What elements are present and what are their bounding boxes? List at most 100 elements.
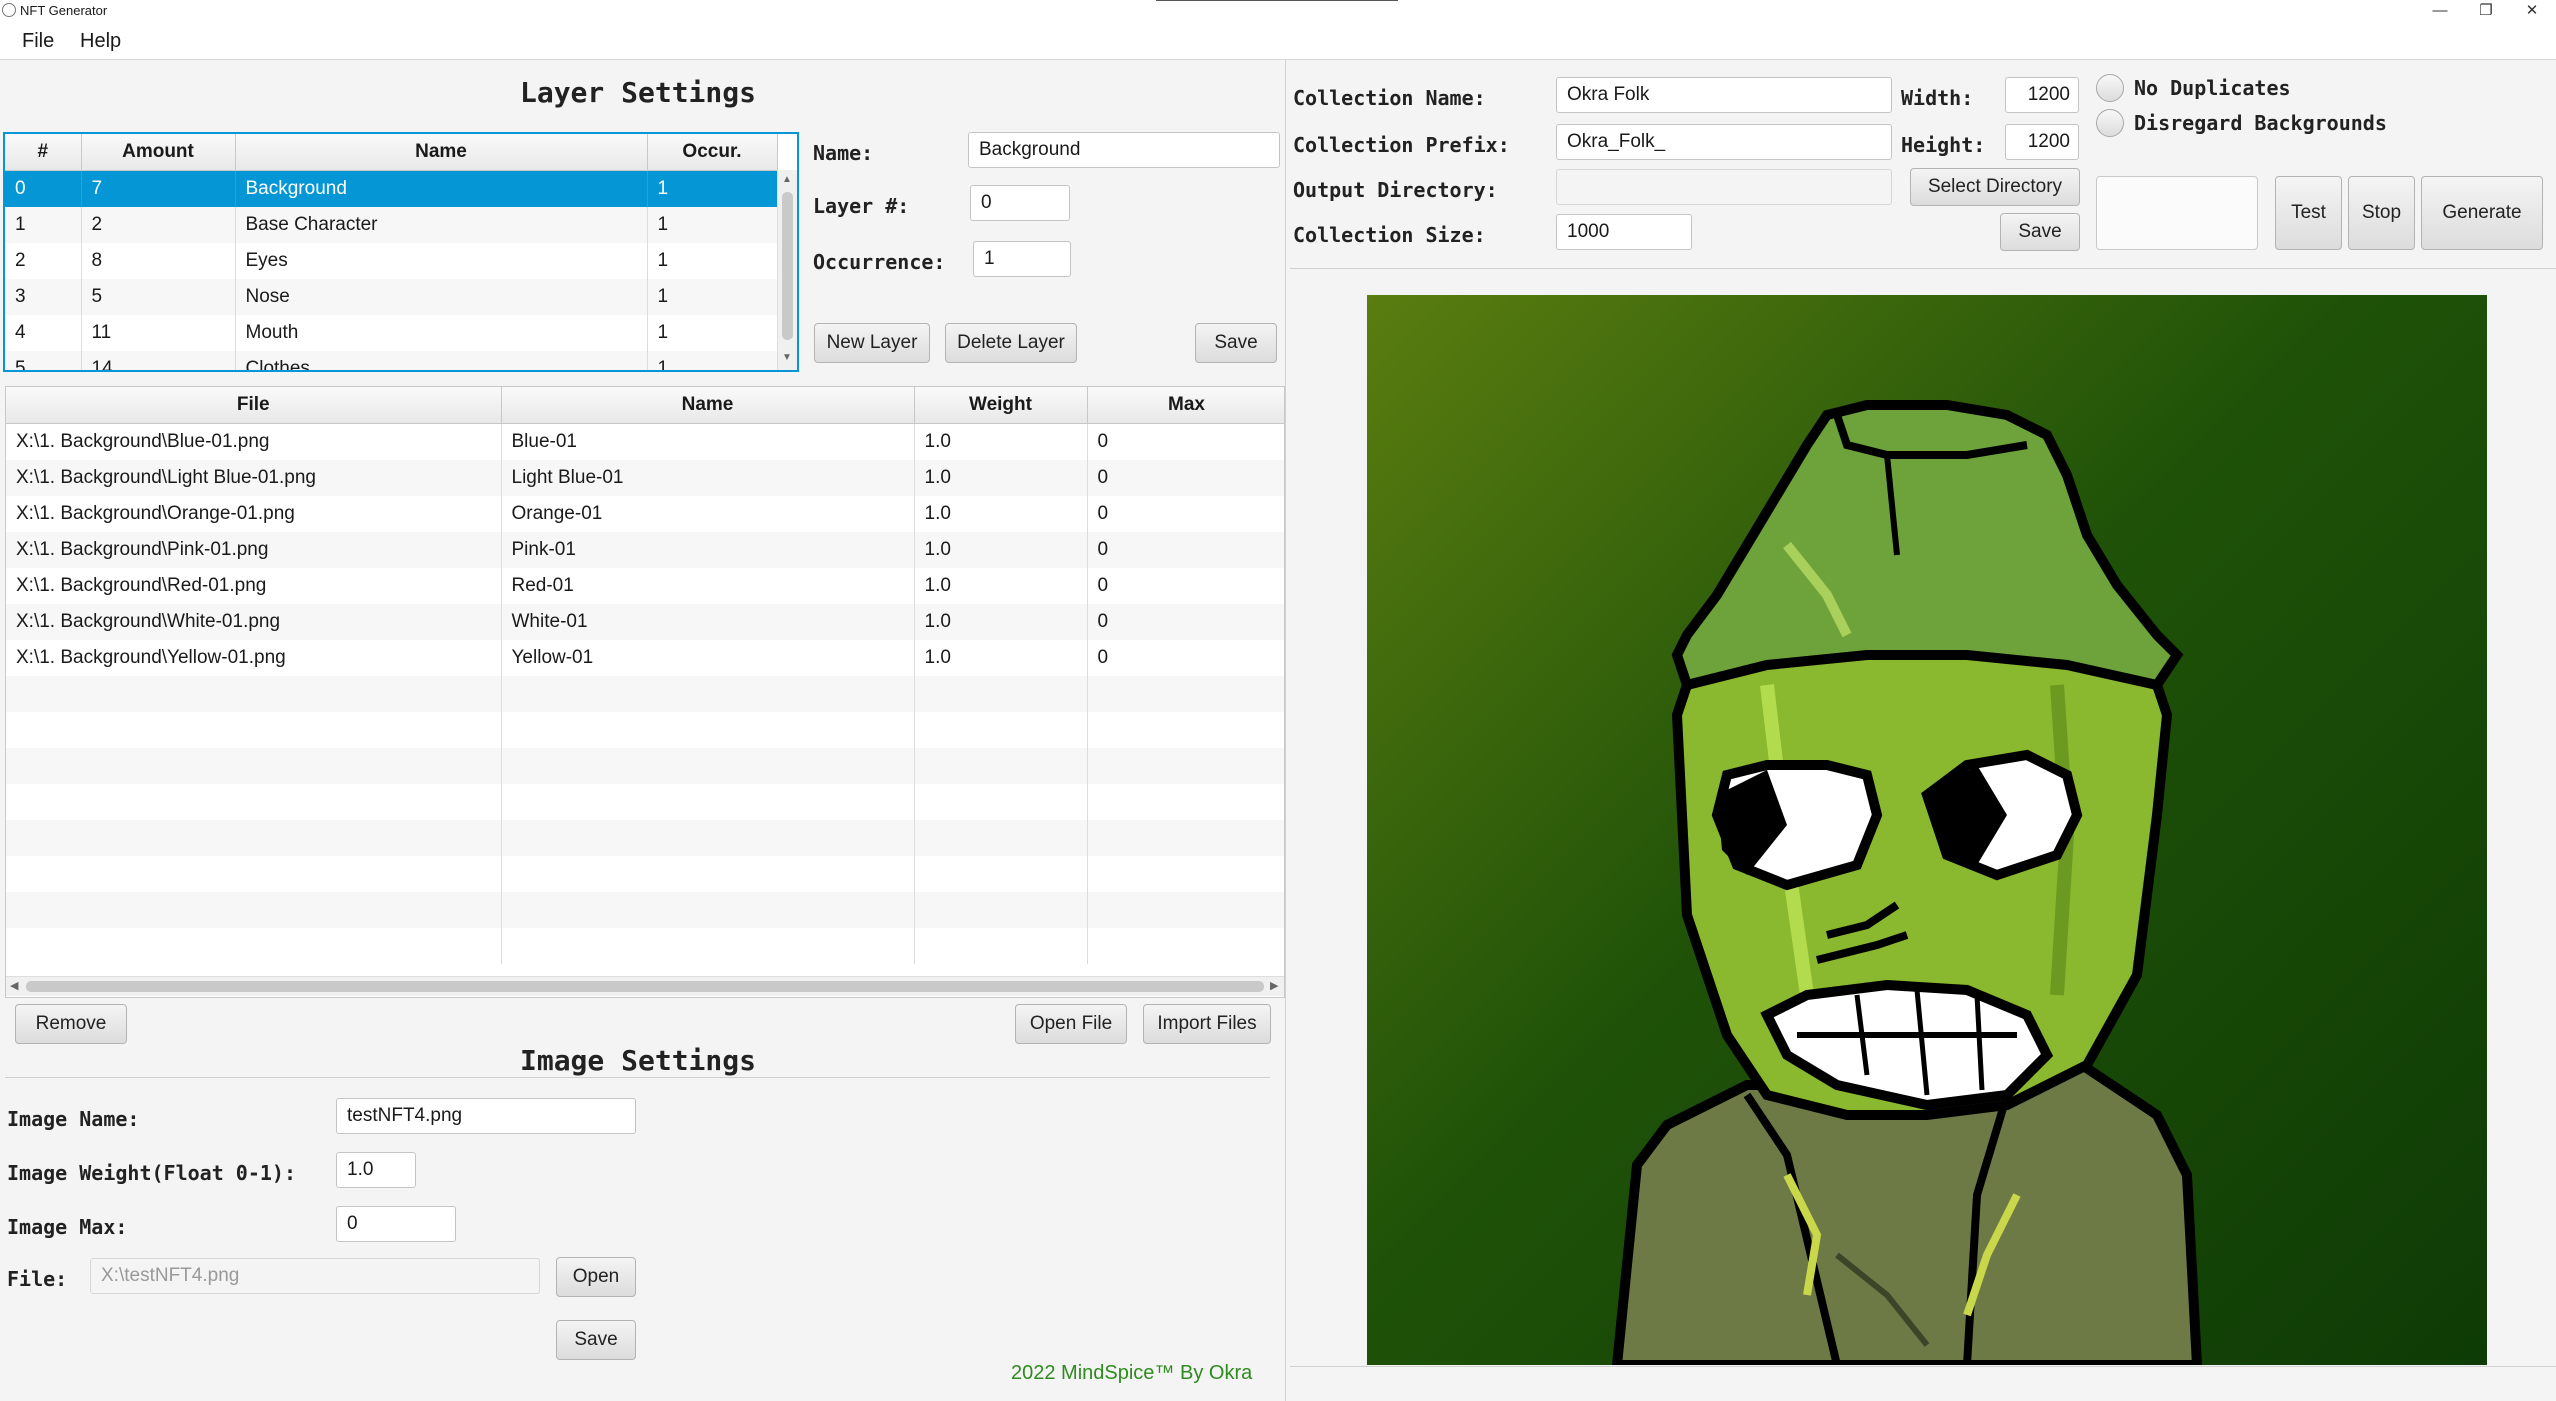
restore-icon[interactable]: ❐ bbox=[2466, 0, 2506, 22]
column-header-weight[interactable]: Weight bbox=[914, 387, 1088, 424]
collection-name-field[interactable]: Okra Folk bbox=[1556, 77, 1892, 113]
no-duplicates-label: No Duplicates bbox=[2134, 76, 2291, 100]
layer-occur: 1 bbox=[647, 170, 778, 207]
empty-row bbox=[6, 712, 1284, 748]
select-directory-button[interactable]: Select Directory bbox=[1910, 168, 2080, 206]
output-directory-label: Output Directory: bbox=[1293, 178, 1498, 202]
file-row[interactable]: X:\1. Background\White-01.png White-01 1… bbox=[6, 604, 1284, 640]
image-max-label: Image Max: bbox=[7, 1215, 128, 1239]
column-header-amount[interactable]: Amount bbox=[81, 134, 236, 171]
column-header-name[interactable]: Name bbox=[235, 134, 648, 171]
layer-name: Background bbox=[235, 170, 648, 207]
height-field[interactable]: 1200 bbox=[2005, 124, 2079, 160]
width-label: Width: bbox=[1901, 86, 1974, 110]
image-save-button[interactable]: Save bbox=[556, 1320, 636, 1360]
import-files-button[interactable]: Import Files bbox=[1143, 1004, 1271, 1044]
file-weight: 1.0 bbox=[914, 423, 1088, 460]
layers-scrollbar[interactable]: ▲ ▼ bbox=[777, 170, 797, 370]
menu-help[interactable]: Help bbox=[80, 30, 121, 53]
file-name: Pink-01 bbox=[501, 532, 915, 568]
layer-num: 1 bbox=[5, 207, 82, 243]
layer-save-button[interactable]: Save bbox=[1195, 323, 1277, 363]
layer-name: Base Character bbox=[235, 207, 648, 243]
layer-amount: 2 bbox=[81, 207, 236, 243]
file-label: File: bbox=[7, 1267, 68, 1291]
file-row[interactable]: X:\1. Background\Red-01.png Red-01 1.0 0 bbox=[6, 568, 1284, 604]
occurrence-field[interactable]: 1 bbox=[973, 241, 1071, 277]
hscrollbar-thumb[interactable] bbox=[26, 981, 1264, 992]
layer-amount: 14 bbox=[81, 351, 236, 370]
column-header-name[interactable]: Name bbox=[501, 387, 915, 424]
test-button[interactable]: Test bbox=[2275, 176, 2342, 250]
files-hscrollbar[interactable]: ◀ ▶ bbox=[6, 976, 1284, 996]
layer-name-field[interactable]: Background bbox=[968, 132, 1280, 168]
layer-amount: 8 bbox=[81, 243, 236, 279]
delete-layer-button[interactable]: Delete Layer bbox=[945, 323, 1077, 363]
open-file-button[interactable]: Open File bbox=[1015, 1004, 1127, 1044]
layer-row[interactable]: 5 14 Clothes 1 bbox=[5, 351, 778, 370]
generate-button[interactable]: Generate bbox=[2421, 176, 2543, 250]
collection-prefix-field[interactable]: Okra_Folk_ bbox=[1556, 124, 1892, 160]
layer-num: 4 bbox=[5, 315, 82, 351]
height-label: Height: bbox=[1901, 133, 1986, 157]
file-max: 0 bbox=[1087, 496, 1284, 532]
image-weight-field[interactable]: 1.0 bbox=[336, 1152, 416, 1188]
close-icon[interactable]: ✕ bbox=[2512, 0, 2552, 22]
width-field[interactable]: 1200 bbox=[2005, 77, 2079, 113]
bottom-separator bbox=[1290, 1366, 2556, 1367]
column-header-num[interactable]: # bbox=[5, 134, 82, 171]
image-max-field[interactable]: 0 bbox=[336, 1206, 456, 1242]
layer-occur: 1 bbox=[647, 315, 778, 351]
column-header-max[interactable]: Max bbox=[1087, 387, 1284, 424]
stop-button[interactable]: Stop bbox=[2348, 176, 2415, 250]
new-layer-button[interactable]: New Layer bbox=[814, 323, 930, 363]
column-header-occur[interactable]: Occur. bbox=[647, 134, 778, 171]
layer-number-label: Layer #: bbox=[813, 194, 910, 218]
menu-file[interactable]: File bbox=[22, 30, 54, 53]
file-row[interactable]: X:\1. Background\Pink-01.png Pink-01 1.0… bbox=[6, 532, 1284, 568]
layer-settings-title: Layer Settings bbox=[519, 76, 756, 109]
scroll-down-icon[interactable]: ▼ bbox=[782, 352, 792, 363]
nft-preview bbox=[1367, 295, 2487, 1365]
column-header-file[interactable]: File bbox=[6, 387, 502, 424]
file-weight: 1.0 bbox=[914, 568, 1088, 604]
collection-size-field[interactable]: 1000 bbox=[1556, 214, 1692, 250]
layers-table[interactable]: # Amount Name Occur. 0 7 Background 1 1 … bbox=[3, 132, 799, 372]
file-path-field[interactable]: X:\testNFT4.png bbox=[90, 1258, 540, 1294]
layer-row[interactable]: 2 8 Eyes 1 bbox=[5, 243, 778, 279]
file-name: Blue-01 bbox=[501, 423, 915, 460]
empty-row bbox=[6, 748, 1284, 784]
minimize-icon[interactable]: — bbox=[2420, 0, 2460, 22]
no-duplicates-radio[interactable] bbox=[2096, 74, 2124, 102]
menu-bar: File Help bbox=[0, 22, 2556, 60]
file-row[interactable]: X:\1. Background\Yellow-01.png Yellow-01… bbox=[6, 640, 1284, 676]
collection-prefix-label: Collection Prefix: bbox=[1293, 133, 1510, 157]
file-row[interactable]: X:\1. Background\Blue-01.png Blue-01 1.0… bbox=[6, 423, 1284, 460]
scroll-up-icon[interactable]: ▲ bbox=[782, 174, 792, 185]
layer-row[interactable]: 3 5 Nose 1 bbox=[5, 279, 778, 315]
remove-button[interactable]: Remove bbox=[15, 1004, 127, 1044]
file-path: X:\1. Background\Yellow-01.png bbox=[6, 640, 502, 676]
file-row[interactable]: X:\1. Background\Orange-01.png Orange-01… bbox=[6, 496, 1284, 532]
file-row[interactable]: X:\1. Background\Light Blue-01.png Light… bbox=[6, 460, 1284, 496]
layer-occur: 1 bbox=[647, 351, 778, 370]
disregard-backgrounds-radio[interactable] bbox=[2096, 109, 2124, 137]
output-directory-field[interactable] bbox=[1556, 169, 1892, 205]
open-button[interactable]: Open bbox=[556, 1257, 636, 1297]
empty-row bbox=[6, 784, 1284, 820]
layer-row[interactable]: 1 2 Base Character 1 bbox=[5, 207, 778, 243]
collection-save-button[interactable]: Save bbox=[2000, 213, 2080, 251]
layer-amount: 7 bbox=[81, 170, 236, 207]
files-table[interactable]: File Name Weight Max X:\1. Background\Bl… bbox=[5, 386, 1285, 998]
layer-row[interactable]: 4 11 Mouth 1 bbox=[5, 315, 778, 351]
scroll-right-icon[interactable]: ▶ bbox=[1270, 979, 1278, 992]
layer-number-field[interactable]: 0 bbox=[970, 185, 1070, 221]
scrollbar-thumb[interactable] bbox=[782, 192, 793, 340]
collection-size-label: Collection Size: bbox=[1293, 223, 1486, 247]
layer-row[interactable]: 0 7 Background 1 bbox=[5, 170, 778, 207]
image-name-label: Image Name: bbox=[7, 1107, 140, 1131]
layer-num: 2 bbox=[5, 243, 82, 279]
empty-row bbox=[6, 676, 1284, 712]
image-name-field[interactable]: testNFT4.png bbox=[336, 1098, 636, 1134]
scroll-left-icon[interactable]: ◀ bbox=[10, 979, 18, 992]
